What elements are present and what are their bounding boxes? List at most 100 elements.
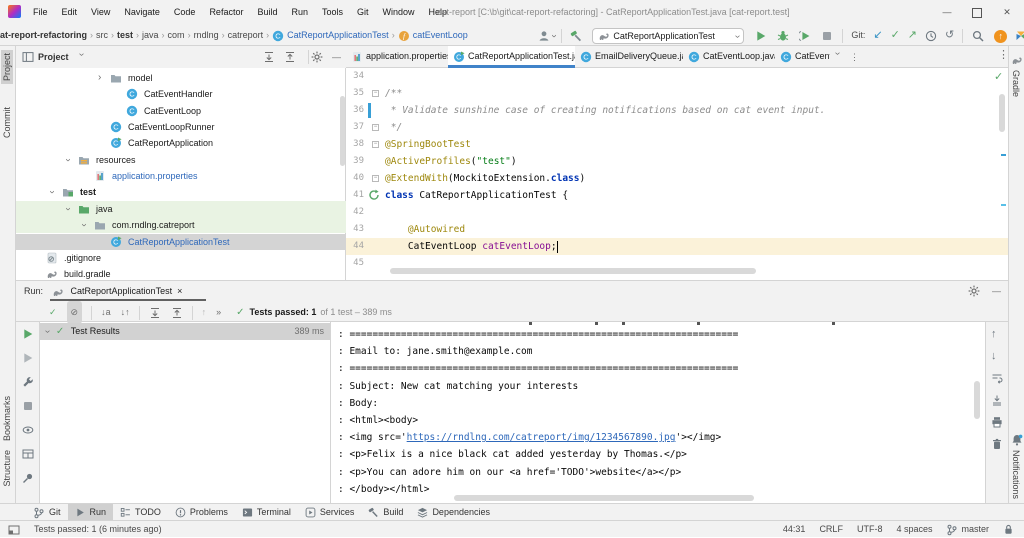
run-configuration-select[interactable]: CatReportApplicationTest› [592, 28, 744, 44]
test-runner-settings[interactable] [22, 376, 34, 388]
layout-settings[interactable] [22, 448, 34, 460]
breadcrumb-item[interactable]: catreport [228, 30, 264, 40]
more-actions-button[interactable]: » [216, 302, 221, 323]
run-tab-label[interactable]: CatReportApplicationTest [71, 286, 173, 296]
breadcrumb-item[interactable]: CatReportApplicationTest [287, 30, 389, 40]
breadcrumb-item[interactable]: rndlng [194, 30, 219, 40]
status-message[interactable]: Tests passed: 1 (6 minutes ago) [34, 521, 162, 538]
git-commit-icon[interactable]: ✓ [891, 29, 900, 41]
tree-item[interactable]: ›test [16, 184, 346, 200]
notifications-icon[interactable] [1011, 434, 1023, 446]
editor-vertical-scrollbar[interactable] [999, 94, 1005, 132]
editor-tab[interactable]: CEmailDeliveryQueue.java× [575, 46, 683, 68]
breadcrumb-item[interactable]: java [142, 30, 159, 40]
console-horizontal-scrollbar[interactable] [454, 495, 754, 501]
tree-item[interactable]: CCatEventHandler [16, 86, 346, 102]
tree-chevron-icon[interactable]: › [60, 158, 76, 161]
indent-size-widget[interactable]: 4 spaces [896, 521, 932, 538]
test-results-row[interactable]: › ✓ Test Results 389 ms [40, 323, 330, 340]
git-push-icon[interactable]: ↗ [908, 29, 917, 41]
run-config-dropdown-icon[interactable]: › [730, 34, 745, 37]
menu-view[interactable]: View [84, 0, 117, 24]
tool-window-toggle-icon[interactable] [8, 524, 20, 536]
inspection-ok-icon[interactable]: ✓ [994, 70, 1003, 83]
window-maximize-button[interactable] [962, 0, 992, 24]
menu-build[interactable]: Build [250, 0, 284, 24]
editor-tab[interactable]: CCatEventLoop.java× [683, 46, 775, 68]
stripe-item-commit[interactable]: Commit [1, 104, 13, 141]
scroll-up-button[interactable]: ↑ [991, 328, 997, 340]
stripe-item-project[interactable]: Project [1, 50, 13, 84]
tree-item[interactable]: CCatEventLoopRunner [16, 119, 346, 135]
project-scrollbar[interactable] [340, 96, 345, 166]
show-passed-button[interactable]: ✓ [49, 302, 57, 323]
fold-marker[interactable]: − [372, 175, 379, 182]
menu-edit[interactable]: Edit [55, 0, 85, 24]
tree-chevron-icon[interactable]: › [60, 207, 76, 210]
gear-icon[interactable] [311, 51, 323, 63]
sort-by-duration-button[interactable]: ↓↑ [121, 302, 130, 323]
window-minimize-button[interactable]: — [932, 0, 962, 24]
tree-item[interactable]: CCatReportApplicationTest [16, 234, 346, 250]
tree-chevron-icon[interactable]: › [76, 223, 92, 226]
breadcrumb-item[interactable]: src [96, 30, 108, 40]
console-output[interactable]: : ======================================… [330, 322, 985, 504]
fold-marker[interactable]: − [372, 124, 379, 131]
hide-panel-button[interactable]: — [992, 281, 1001, 301]
line-ending-widget[interactable]: CRLF [819, 521, 843, 538]
tree-item[interactable]: ›com.rndlng.catreport [16, 217, 346, 233]
project-panel-title[interactable]: Project [38, 46, 69, 68]
tree-item[interactable]: CCatEventLoop [16, 103, 346, 119]
editor-horizontal-scrollbar[interactable] [390, 268, 756, 274]
collapse-all-button[interactable] [171, 307, 183, 319]
lock-widget[interactable] [1003, 521, 1014, 538]
stripe-item-notifications[interactable]: Notifications [1011, 450, 1021, 499]
rerun-failed-tests[interactable] [22, 352, 34, 364]
profile-dropdown-icon[interactable]: › [543, 34, 565, 37]
scroll-to-end-button[interactable] [991, 394, 1003, 406]
menu-git[interactable]: Git [350, 0, 376, 24]
expand-all-button[interactable] [149, 307, 161, 319]
breadcrumb-item[interactable]: com [168, 30, 185, 40]
breadcrumb-item[interactable]: test [117, 30, 133, 40]
sort-alphabetically-button[interactable]: ↓a [101, 302, 111, 323]
editor-tab[interactable]: application.properties× [346, 46, 448, 68]
tool-window-button-services[interactable]: Services [298, 504, 362, 521]
file-encoding-widget[interactable]: UTF-8 [857, 521, 883, 538]
menu-code[interactable]: Code [167, 0, 203, 24]
tree-item[interactable]: .gitignore [16, 250, 346, 266]
hide-panel-button[interactable]: — [332, 46, 341, 68]
tool-window-button-run[interactable]: Run [68, 504, 114, 521]
breadcrumb-item[interactable]: catEventLoop [413, 30, 468, 40]
fold-marker[interactable]: − [372, 141, 379, 148]
history-icon[interactable] [925, 30, 937, 42]
tool-window-button-terminal[interactable]: Terminal [235, 504, 298, 521]
project-panel-dropdown-icon[interactable]: › [76, 53, 87, 56]
scroll-down-button[interactable]: ↓ [991, 350, 997, 362]
tool-window-button-git[interactable]: Git [26, 504, 68, 521]
run-with-coverage-icon[interactable] [799, 30, 811, 42]
clear-console-button[interactable] [991, 438, 1003, 450]
tool-window-button-dependencies[interactable]: Dependencies [410, 504, 497, 521]
plugin-promo-icon[interactable] [1015, 30, 1024, 42]
editor-tab[interactable]: CCatEventl [775, 46, 830, 68]
code-editor[interactable]: 3435−/**36 * Validate sunshine case of c… [346, 68, 1008, 280]
view-options[interactable] [22, 424, 34, 436]
search-everywhere-icon[interactable] [972, 30, 984, 42]
run-test-gutter-icon[interactable] [368, 189, 380, 201]
collapse-all-button[interactable] [284, 51, 296, 63]
print-button[interactable] [991, 416, 1003, 428]
tool-window-button-build[interactable]: Build [361, 504, 410, 521]
console-vertical-scrollbar[interactable] [974, 381, 980, 419]
tree-chevron-icon[interactable]: › [44, 191, 60, 194]
stop-process[interactable] [22, 400, 34, 412]
build-icon[interactable] [570, 30, 582, 42]
menu-window[interactable]: Window [376, 0, 422, 24]
tab-list-chevron-icon[interactable]: › [832, 52, 843, 55]
stop-icon[interactable] [821, 30, 833, 42]
tree-item[interactable]: CCatReportApplication [16, 135, 346, 151]
tree-item[interactable]: ›resources [16, 152, 346, 168]
menu-run[interactable]: Run [284, 0, 315, 24]
rerun-tests[interactable] [22, 328, 34, 340]
tree-chevron-icon[interactable]: › [98, 70, 101, 86]
